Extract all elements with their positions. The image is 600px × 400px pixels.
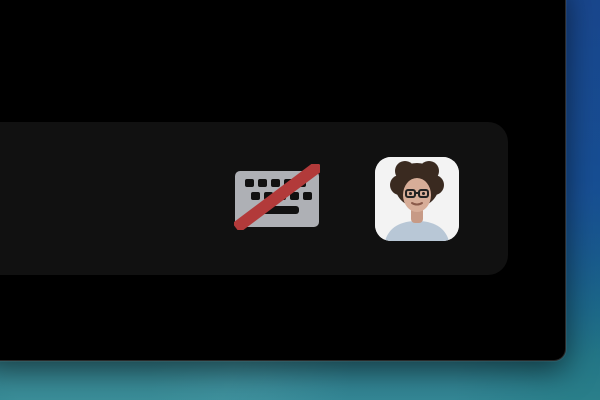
user-avatar-photo — [375, 157, 459, 241]
keyboard-toggle-button[interactable] — [234, 164, 320, 230]
keyboard-off-icon — [234, 164, 320, 230]
user-avatar[interactable] — [375, 157, 459, 241]
